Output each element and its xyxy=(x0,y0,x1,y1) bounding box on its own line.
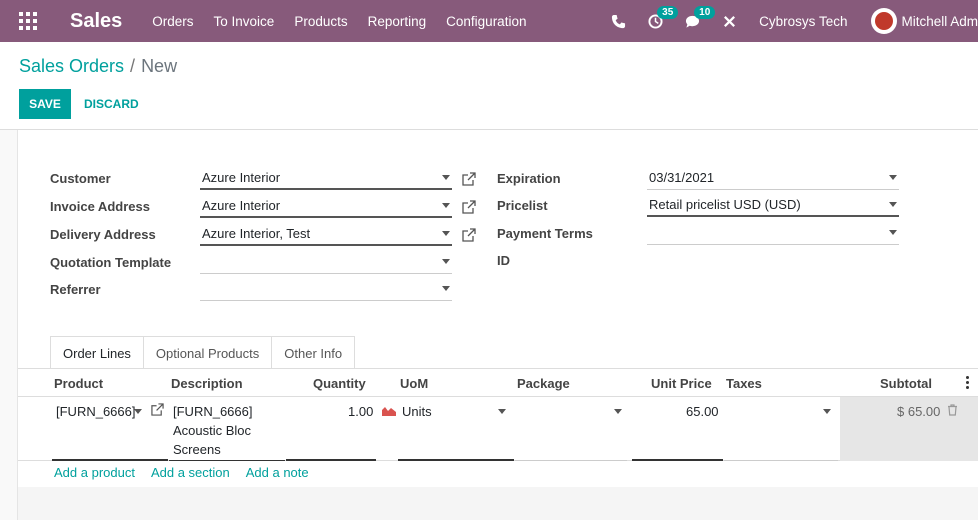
column-taxes[interactable]: Taxes xyxy=(726,376,762,391)
row-description-line-2: Acoustic Bloc xyxy=(173,423,252,438)
row-description-line-1: [FURN_6666] xyxy=(173,404,253,419)
customer-value: Azure Interior xyxy=(202,169,281,185)
column-subtotal[interactable]: Subtotal xyxy=(880,376,932,391)
phone-icon[interactable] xyxy=(611,14,626,29)
chevron-down-icon[interactable] xyxy=(442,286,450,291)
messages-icon[interactable]: 10 xyxy=(685,5,716,29)
row-subtotal: $ 65.00 xyxy=(897,404,941,419)
breadcrumb-current: New xyxy=(141,56,178,76)
chevron-down-icon[interactable] xyxy=(442,203,450,208)
row-unit-price: 65.00 xyxy=(686,404,719,419)
top-navbar: Sales Orders To Invoice Products Reporti… xyxy=(0,0,978,42)
systray: 35 10 Cybrosys Tech Mitchell Adm xyxy=(611,0,978,42)
row-product: [FURN_6666] xyxy=(56,404,136,419)
quotation-template-field[interactable] xyxy=(200,250,452,274)
apps-menu-icon[interactable] xyxy=(0,0,56,42)
chevron-down-icon[interactable] xyxy=(614,409,622,414)
chevron-down-icon[interactable] xyxy=(442,231,450,236)
chevron-down-icon[interactable] xyxy=(889,230,897,235)
pricelist-field[interactable]: Retail pricelist USD (USD) xyxy=(647,193,899,217)
delivery-address-field[interactable]: Azure Interior, Test xyxy=(200,222,452,246)
table-footer xyxy=(18,487,978,520)
optional-columns-icon[interactable] xyxy=(966,376,970,390)
debug-tools-icon[interactable] xyxy=(722,14,737,29)
pricelist-value: Retail pricelist USD (USD) xyxy=(649,196,801,212)
form-sheet: Customer Azure Interior Invoice Address … xyxy=(17,130,978,520)
menu-configuration[interactable]: Configuration xyxy=(446,14,526,29)
expiration-label: Expiration xyxy=(497,171,561,186)
chevron-down-icon[interactable] xyxy=(889,202,897,207)
referrer-label: Referrer xyxy=(50,282,101,297)
invoice-address-field[interactable]: Azure Interior xyxy=(200,194,452,218)
chevron-down-icon[interactable] xyxy=(498,409,506,414)
chevron-down-icon[interactable] xyxy=(442,259,450,264)
main-menu: Orders To Invoice Products Reporting Con… xyxy=(152,14,546,29)
discard-button[interactable]: DISCARD xyxy=(84,89,139,119)
company-switcher[interactable]: Cybrosys Tech xyxy=(759,14,847,29)
avatar xyxy=(871,8,898,34)
expiration-value: 03/31/2021 xyxy=(649,170,715,185)
delivery-address-value: Azure Interior, Test xyxy=(202,225,311,241)
quotation-template-label: Quotation Template xyxy=(50,255,172,270)
delivery-address-label: Delivery Address xyxy=(50,227,156,242)
payment-terms-label: Payment Terms xyxy=(497,226,593,241)
invoice-address-value: Azure Interior xyxy=(202,197,281,213)
order-lines-header: Product Description Quantity UoM Package… xyxy=(18,369,978,397)
external-link-icon[interactable] xyxy=(462,200,476,214)
add-line-links: Add a product Add a section Add a note xyxy=(54,465,325,480)
user-menu[interactable]: Mitchell Adm xyxy=(871,8,978,34)
control-panel: Sales Orders / New SAVE DISCARD xyxy=(0,42,978,130)
external-link-icon[interactable] xyxy=(151,403,164,416)
activity-icon[interactable]: 35 xyxy=(648,5,679,29)
breadcrumb: Sales Orders / New xyxy=(19,56,177,77)
chevron-down-icon[interactable] xyxy=(442,175,450,180)
customer-field[interactable]: Azure Interior xyxy=(200,166,452,190)
tab-optional-products[interactable]: Optional Products xyxy=(142,336,273,369)
external-link-icon[interactable] xyxy=(462,172,476,186)
package-cell[interactable] xyxy=(515,397,627,461)
column-package[interactable]: Package xyxy=(517,376,570,391)
messages-badge: 10 xyxy=(694,5,716,19)
payment-terms-field[interactable] xyxy=(647,221,899,245)
user-name: Mitchell Adm xyxy=(901,13,978,29)
table-row[interactable]: [FURN_6666] [FURN_6666] Acoustic Bloc Sc… xyxy=(18,397,978,461)
external-link-icon[interactable] xyxy=(462,228,476,242)
save-button[interactable]: SAVE xyxy=(19,89,71,119)
trash-icon[interactable] xyxy=(947,404,958,416)
chevron-down-icon[interactable] xyxy=(134,409,142,414)
activity-badge: 35 xyxy=(657,5,679,19)
customer-label: Customer xyxy=(50,171,111,186)
column-description[interactable]: Description xyxy=(171,376,243,391)
pricelist-label: Pricelist xyxy=(497,198,548,213)
app-brand[interactable]: Sales xyxy=(70,10,122,33)
breadcrumb-separator: / xyxy=(130,56,136,76)
menu-orders[interactable]: Orders xyxy=(152,14,193,29)
invoice-address-label: Invoice Address xyxy=(50,199,150,214)
breadcrumb-sales-orders[interactable]: Sales Orders xyxy=(19,56,124,76)
expiration-field[interactable]: 03/31/2021 xyxy=(647,166,899,190)
column-quantity[interactable]: Quantity xyxy=(313,376,366,391)
column-product[interactable]: Product xyxy=(54,376,103,391)
forecast-chart-icon[interactable] xyxy=(382,406,396,416)
tab-order-lines[interactable]: Order Lines xyxy=(50,336,144,370)
menu-to-invoice[interactable]: To Invoice xyxy=(214,14,275,29)
add-note-link[interactable]: Add a note xyxy=(246,465,309,480)
chevron-down-icon[interactable] xyxy=(823,409,831,414)
chevron-down-icon[interactable] xyxy=(889,175,897,180)
column-unit-price[interactable]: Unit Price xyxy=(651,376,712,391)
add-section-link[interactable]: Add a section xyxy=(151,465,230,480)
row-quantity: 1.00 xyxy=(348,404,374,419)
taxes-cell[interactable] xyxy=(724,397,838,461)
menu-products[interactable]: Products xyxy=(294,14,347,29)
column-uom[interactable]: UoM xyxy=(400,376,428,391)
id-label: ID xyxy=(497,253,510,268)
add-product-link[interactable]: Add a product xyxy=(54,465,135,480)
menu-reporting[interactable]: Reporting xyxy=(368,14,427,29)
notebook-tabs: Order Lines Optional Products Other Info xyxy=(50,336,356,370)
row-uom: Units xyxy=(402,404,432,419)
row-description-line-3: Screens xyxy=(173,442,221,457)
referrer-field[interactable] xyxy=(200,277,452,301)
tab-other-info[interactable]: Other Info xyxy=(271,336,356,369)
